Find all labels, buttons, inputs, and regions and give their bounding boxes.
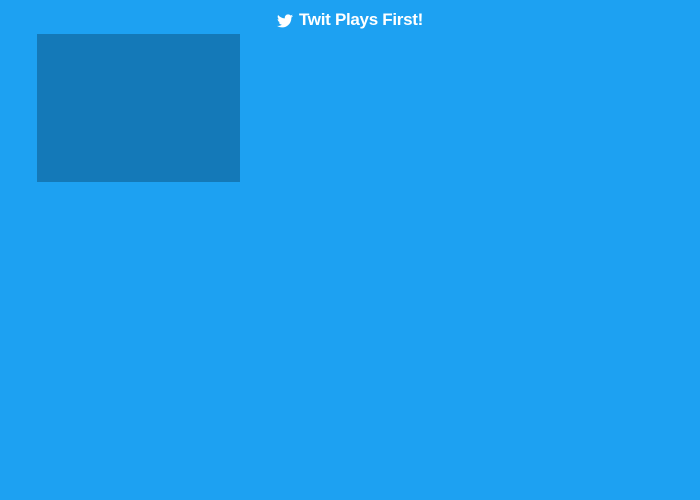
twitter-bird-icon [276,13,293,28]
app-header: Twit Plays First! [0,8,700,32]
page-title: Twit Plays First! [298,10,423,29]
game-panel[interactable] [37,34,240,182]
